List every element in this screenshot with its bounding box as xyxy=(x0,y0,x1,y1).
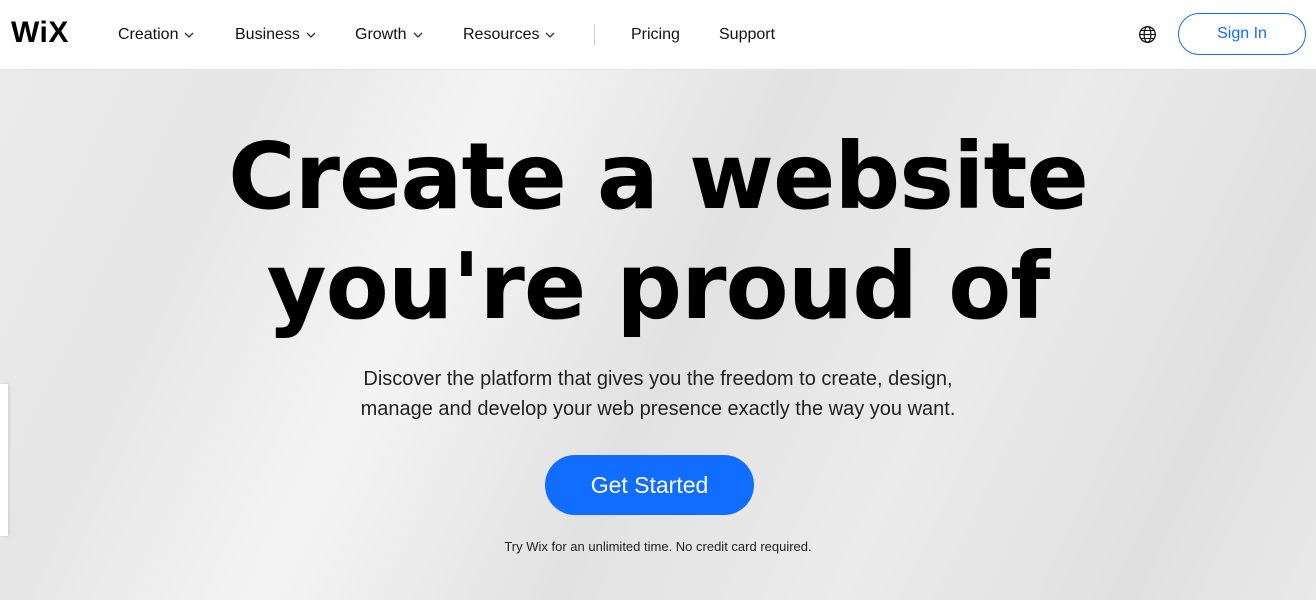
chevron-down-icon xyxy=(184,30,194,40)
chevron-down-icon xyxy=(413,30,423,40)
nav-item-label: Growth xyxy=(355,26,407,43)
hero-subtitle-line: Discover the platform that gives you the… xyxy=(363,368,953,390)
nav-item-business[interactable]: Business xyxy=(235,24,316,46)
chevron-down-icon xyxy=(545,30,555,40)
hero-subtitle-line: manage and develop your web presence exa… xyxy=(360,398,956,420)
sign-in-button[interactable]: Sign In xyxy=(1178,13,1306,55)
nav-item-label: Resources xyxy=(463,26,540,43)
hero-headline: Create a website you're proud of xyxy=(0,122,1316,342)
side-panel-tab[interactable] xyxy=(0,384,8,536)
chevron-down-icon xyxy=(306,30,316,40)
hero-headline-line: you're proud of xyxy=(266,233,1051,340)
trial-note: Try Wix for an unlimited time. No credit… xyxy=(504,539,812,554)
nav-item-label: Support xyxy=(719,26,776,43)
hero-headline-line: Create a website xyxy=(228,123,1089,230)
nav-item-growth[interactable]: Growth xyxy=(355,24,423,46)
wix-logo[interactable]: WiX xyxy=(11,15,69,51)
top-navbar: WiX Creation Business Growth Resources P… xyxy=(0,0,1316,70)
nav-item-support[interactable]: Support xyxy=(719,24,775,46)
nav-item-pricing[interactable]: Pricing xyxy=(631,24,680,46)
nav-divider xyxy=(594,24,595,45)
nav-item-label: Pricing xyxy=(631,26,680,43)
hero-subtitle: Discover the platform that gives you the… xyxy=(0,364,1316,424)
nav-item-creation[interactable]: Creation xyxy=(118,24,194,46)
nav-item-label: Business xyxy=(235,26,300,43)
globe-icon[interactable] xyxy=(1138,25,1157,44)
nav-item-resources[interactable]: Resources xyxy=(463,24,555,46)
get-started-button[interactable]: Get Started xyxy=(545,455,754,515)
nav-item-label: Creation xyxy=(118,26,179,43)
